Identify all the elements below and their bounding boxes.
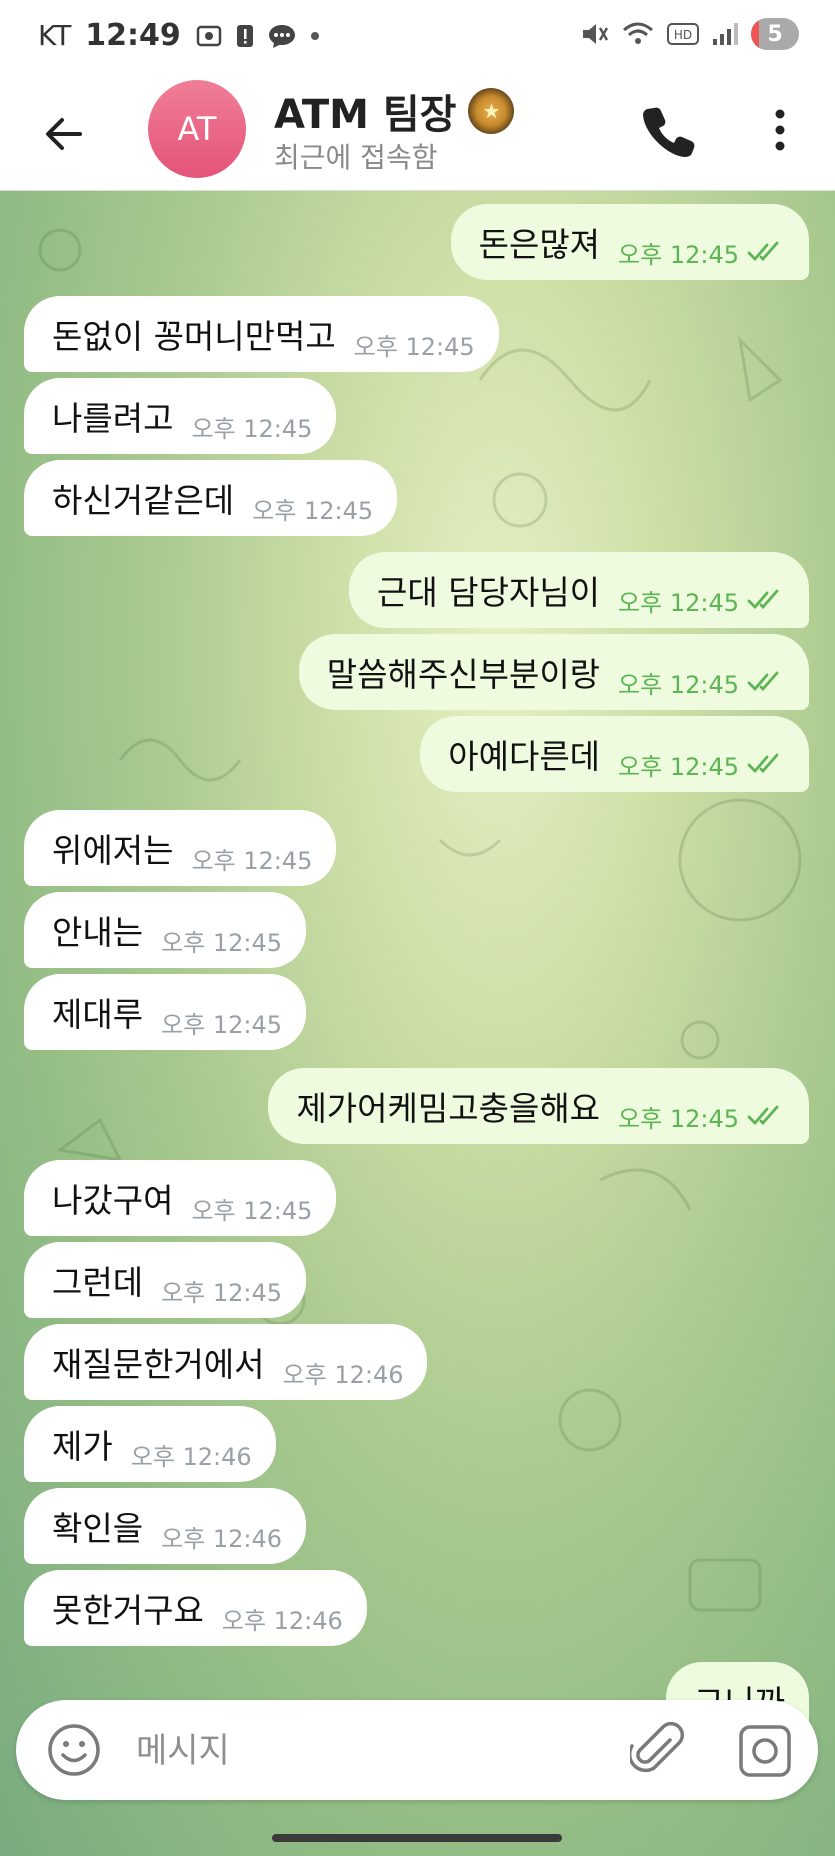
message-text: 재질문한거에서 (52, 1345, 265, 1384)
message-time: 오후 12:45 (191, 1196, 313, 1225)
message-text: 돈없이 꽁머니만먹고 (52, 317, 336, 356)
chat-screen: KT 12:49 HD 5 AT ATM 팀장 ★ 최근에 접속함 돈은많져 오… (0, 0, 835, 1856)
chat-title[interactable]: ATM 팀장 ★ (274, 82, 515, 140)
status-left: KT 12:49 (38, 18, 321, 53)
chat-header: AT ATM 팀장 ★ 최근에 접속함 (0, 76, 835, 191)
message-text: 확인을 (52, 1509, 144, 1548)
message-time: 오후 12:45 (618, 752, 739, 781)
screenshot-icon (196, 25, 222, 46)
message-text: 제가 (52, 1427, 113, 1466)
battery-icon: 5 (751, 18, 799, 50)
outgoing-message[interactable]: 근대 담당자님이 오후 12:45 (349, 552, 809, 628)
message-input-bar (16, 1700, 818, 1800)
incoming-message[interactable]: 제대루 오후 12:45 (24, 974, 307, 1050)
incoming-message[interactable]: 위에저는 오후 12:45 (24, 810, 337, 886)
message-text: 안내는 (52, 913, 144, 952)
message-text: 그런데 (52, 1263, 144, 1302)
incoming-message[interactable]: 안내는 오후 12:45 (24, 892, 307, 968)
message-text: 나갔구여 (52, 1181, 174, 1220)
message-text: 근대 담당자님이 (377, 573, 601, 612)
message-time: 오후 12:45 (161, 1278, 283, 1307)
paperclip-icon[interactable] (630, 1720, 686, 1780)
more-vertical-icon[interactable] (760, 100, 800, 160)
message-text: 하신거같은데 (52, 481, 235, 520)
notification-icons (195, 22, 321, 50)
message-time: 오후 12:46 (282, 1360, 404, 1389)
message-time: 오후 12:46 (221, 1606, 343, 1635)
incoming-message[interactable]: 못한거구요 오후 12:46 (24, 1570, 367, 1646)
message-time: 오후 12:46 (161, 1524, 283, 1553)
message-text: 제가어케밈고충을해요 (296, 1089, 601, 1128)
avatar[interactable]: AT (148, 80, 246, 178)
wifi-icon (623, 22, 653, 44)
incoming-message[interactable]: 확인을 오후 12:46 (24, 1488, 307, 1564)
message-text: 제대루 (52, 995, 144, 1034)
mute-icon (583, 24, 609, 44)
phone-icon[interactable] (640, 100, 700, 160)
outgoing-message[interactable]: 말씀해주신부분이랑 오후 12:45 (298, 634, 809, 710)
status-right: HD 5 (579, 18, 799, 50)
back-arrow-icon[interactable] (36, 106, 92, 162)
outgoing-message[interactable]: 제가어케밈고충을해요 오후 12:45 (268, 1068, 809, 1144)
message-time: 오후 12:45 (618, 670, 739, 699)
incoming-message[interactable]: 나를려고 오후 12:45 (24, 378, 337, 454)
carrier-label: KT (38, 19, 72, 52)
message-text: 아예다른데 (448, 737, 601, 776)
message-time: 오후 12:45 (191, 414, 313, 443)
camera-icon[interactable] (738, 1724, 792, 1778)
status-bar: KT 12:49 HD 5 (0, 0, 835, 76)
message-time: 오후 12:45 (252, 496, 374, 525)
message-input[interactable] (134, 1724, 598, 1778)
message-text: 돈은많져 (478, 225, 601, 264)
chat-notification-icon (268, 24, 295, 48)
incoming-message[interactable]: 하신거같은데 오후 12:45 (24, 460, 398, 536)
last-seen-status: 최근에 접속함 (274, 141, 438, 174)
incoming-message[interactable]: 그런데 오후 12:45 (24, 1242, 307, 1318)
message-time: 오후 12:45 (191, 846, 313, 875)
message-time: 오후 12:45 (618, 1104, 739, 1133)
message-text: 나를려고 (52, 399, 174, 438)
incoming-message[interactable]: 제가 오후 12:46 (24, 1406, 276, 1482)
emoji-icon[interactable] (46, 1722, 102, 1778)
incoming-message[interactable]: 재질문한거에서 오후 12:46 (24, 1324, 428, 1400)
outgoing-message[interactable]: 돈은많져 오후 12:45 (450, 204, 809, 280)
chat-title-text: ATM 팀장 (274, 92, 457, 138)
hd-icon: HD (667, 23, 699, 45)
signal-icon (713, 23, 738, 45)
message-text: 못한거구요 (52, 1591, 204, 1630)
read-double-check-icon (747, 671, 779, 692)
message-time: 오후 12:45 (618, 588, 739, 617)
avatar-initials: AT (177, 110, 217, 148)
message-time: 오후 12:45 (353, 332, 475, 361)
read-double-check-icon (747, 1105, 779, 1126)
svg-text:HD: HD (674, 28, 692, 42)
read-double-check-icon (747, 589, 779, 610)
read-double-check-icon (747, 241, 779, 262)
message-time: 오후 12:45 (161, 1010, 283, 1039)
alert-icon (236, 24, 253, 47)
incoming-message[interactable]: 나갔구여 오후 12:45 (24, 1160, 337, 1236)
battery-level: 5 (767, 21, 783, 47)
outgoing-message[interactable]: 아예다른데 오후 12:45 (420, 716, 809, 792)
message-text: 위에저는 (52, 831, 174, 870)
incoming-message[interactable]: 돈없이 꽁머니만먹고 오후 12:45 (24, 296, 499, 372)
premium-badge-icon: ★ (468, 88, 515, 134)
home-indicator[interactable] (272, 1834, 562, 1842)
message-time: 오후 12:46 (130, 1442, 252, 1471)
message-time: 오후 12:45 (161, 928, 283, 957)
message-time: 오후 12:45 (618, 240, 739, 269)
clock: 12:49 (85, 18, 181, 53)
read-double-check-icon (747, 753, 779, 774)
message-text: 말씀해주신부분이랑 (326, 655, 601, 694)
dot-icon (310, 31, 319, 40)
